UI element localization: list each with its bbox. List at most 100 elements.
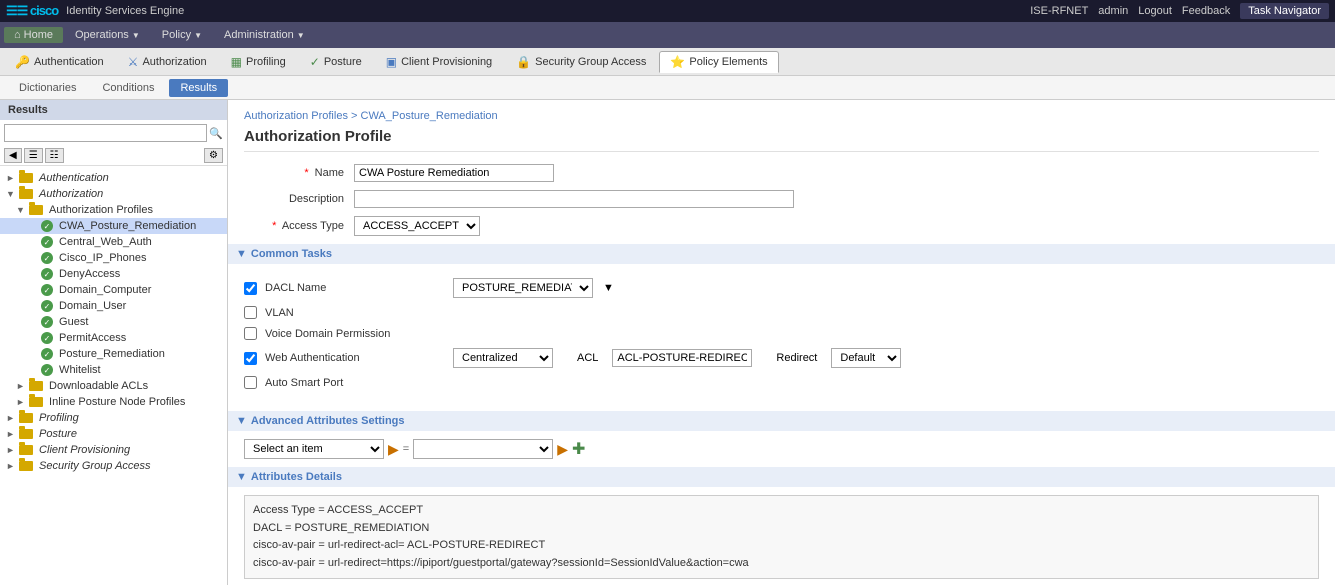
auto-smart-row: Auto Smart Port <box>244 376 1319 389</box>
tree-arrow-client-prov: ► <box>6 445 16 455</box>
tree-item-central-web-auth[interactable]: ► ✓ Central_Web_Auth <box>0 234 227 250</box>
subnav-security-group[interactable]: 🔒 Security Group Access <box>505 51 657 73</box>
tree-label-authorization: Authorization <box>36 188 103 200</box>
nav-administration[interactable]: Administration ▼ <box>214 27 315 43</box>
attr-equals-sign: = <box>403 443 409 455</box>
nav-administration-label: Administration <box>224 29 294 41</box>
search-input[interactable] <box>4 124 207 142</box>
tab-dictionaries[interactable]: Dictionaries <box>8 79 87 97</box>
breadcrumb-separator: > <box>351 110 360 122</box>
tree-label-cisco-ip: Cisco_IP_Phones <box>56 252 147 264</box>
tree-item-authorization[interactable]: ▼ Authorization <box>0 186 227 202</box>
feedback-link[interactable]: Feedback <box>1182 5 1230 17</box>
toolbar-settings-button[interactable]: ⚙ <box>204 148 223 163</box>
voice-checkbox[interactable] <box>244 327 257 340</box>
access-type-label: * Access Type <box>244 220 354 232</box>
tree-item-whitelist[interactable]: ► ✓ Whitelist <box>0 362 227 378</box>
tree-arrow-authz-profiles: ▼ <box>16 205 26 215</box>
folder-icon-authorization <box>19 189 33 199</box>
tree-label-sec-group: Security Group Access <box>36 460 151 472</box>
tree-item-domain-user[interactable]: ► ✓ Domain_User <box>0 298 227 314</box>
tree-item-cwa-posture[interactable]: ► ✓ CWA_Posture_Remediation <box>0 218 227 234</box>
auto-smart-checkbox[interactable] <box>244 376 257 389</box>
tree-item-deny-access[interactable]: ► ✓ DenyAccess <box>0 266 227 282</box>
attr-select-right[interactable] <box>413 439 553 459</box>
tree-item-authz-profiles[interactable]: ▼ Authorization Profiles <box>0 202 227 218</box>
leaf-icon-whitelist: ✓ <box>41 364 53 376</box>
name-input[interactable] <box>354 164 554 182</box>
name-row: * Name <box>244 164 1319 182</box>
subnav-profiling[interactable]: ▦ Profiling <box>220 51 297 73</box>
add-attr-button[interactable]: ✚ <box>572 439 585 459</box>
page-title: Authorization Profile <box>244 128 1319 152</box>
tree-arrow-inline: ► <box>16 397 26 407</box>
tree-item-cisco-ip[interactable]: ► ✓ Cisco_IP_Phones <box>0 250 227 266</box>
nav-operations[interactable]: Operations ▼ <box>65 27 150 43</box>
subnav-authorization[interactable]: ⚔ Authorization <box>117 51 218 73</box>
tab-conditions[interactable]: Conditions <box>91 79 165 97</box>
tab-results[interactable]: Results <box>169 79 228 97</box>
subnav-authentication-label: Authentication <box>34 56 104 68</box>
tree-label-authentication: Authentication <box>36 172 109 184</box>
toolbar-grid-button[interactable]: ☷ <box>45 148 64 163</box>
web-auth-checkbox[interactable] <box>244 352 257 365</box>
description-input[interactable] <box>354 190 794 208</box>
tree-label-authz-profiles: Authorization Profiles <box>46 204 153 216</box>
administration-dropdown-icon: ▼ <box>297 31 305 40</box>
tree-label-guest: Guest <box>56 316 88 328</box>
folder-icon-sec-group <box>19 461 33 471</box>
home-icon: ⌂ <box>14 29 21 41</box>
advanced-attrs-collapse-icon: ▼ <box>236 415 247 427</box>
nav-policy-label: Policy <box>162 29 191 41</box>
dacl-checkbox[interactable] <box>244 282 257 295</box>
vlan-checkbox[interactable] <box>244 306 257 319</box>
sidebar-title: Results <box>0 100 227 120</box>
tree-item-posture[interactable]: ► Posture <box>0 426 227 442</box>
subnav-policy-elements[interactable]: ⭐ Policy Elements <box>659 51 778 73</box>
subnav-client-provisioning[interactable]: ▣ Client Provisioning <box>375 51 503 73</box>
subnav-posture-label: Posture <box>324 56 362 68</box>
logout-link[interactable]: Logout <box>1138 5 1172 17</box>
dacl-select[interactable]: POSTURE_REMEDIATION PERMIT_ALL <box>453 278 593 298</box>
name-required-star: * <box>304 167 308 179</box>
attr-details-header[interactable]: ▼ Attributes Details <box>228 467 1335 487</box>
nav-home[interactable]: ⌂ Home <box>4 27 63 43</box>
leaf-icon-central: ✓ <box>41 236 53 248</box>
tree-item-inline-posture[interactable]: ► Inline Posture Node Profiles <box>0 394 227 410</box>
tree-item-sec-group[interactable]: ► Security Group Access <box>0 458 227 474</box>
subnav-authentication[interactable]: 🔑 Authentication <box>4 51 115 73</box>
chart-icon: ▦ <box>231 55 242 69</box>
toolbar-back-button[interactable]: ◀ <box>4 148 22 163</box>
common-tasks-header[interactable]: ▼ Common Tasks <box>228 244 1335 264</box>
subnav-posture[interactable]: ✓ Posture <box>299 51 373 73</box>
nav-policy[interactable]: Policy ▼ <box>152 27 212 43</box>
tree-item-domain-computer[interactable]: ► ✓ Domain_Computer <box>0 282 227 298</box>
tree-item-authentication[interactable]: ► Authentication <box>0 170 227 186</box>
common-tasks-label: Common Tasks <box>251 248 332 260</box>
advanced-attrs-header[interactable]: ▼ Advanced Attributes Settings <box>228 411 1335 431</box>
breadcrumb-parent[interactable]: Authorization Profiles <box>244 110 348 122</box>
attr-select-left[interactable]: Select an item <box>244 439 384 459</box>
sidebar-toolbar: ◀ ☰ ☷ ⚙ <box>0 146 227 166</box>
attr-right-arrow-icon: ▶ <box>557 441 568 458</box>
tree-item-client-prov[interactable]: ► Client Provisioning <box>0 442 227 458</box>
folder-icon-authz-profiles <box>29 205 43 215</box>
tree-arrow-authentication: ► <box>6 173 16 183</box>
tree-item-posture-remediation[interactable]: ► ✓ Posture_Remediation <box>0 346 227 362</box>
redirect-select[interactable]: Default Custom <box>831 348 901 368</box>
tree-item-downloadable-acls[interactable]: ► Downloadable ACLs <box>0 378 227 394</box>
toolbar-list-button[interactable]: ☰ <box>24 148 43 163</box>
dacl-dropdown-arrow: ▼ <box>603 282 614 294</box>
task-navigator-button[interactable]: Task Navigator <box>1240 3 1329 19</box>
tree-item-permit-access[interactable]: ► ✓ PermitAccess <box>0 330 227 346</box>
tree-item-profiling[interactable]: ► Profiling <box>0 410 227 426</box>
folder-icon-client-prov <box>19 445 33 455</box>
acl-input[interactable] <box>612 349 752 367</box>
admin-label[interactable]: admin <box>1098 5 1128 17</box>
tree-label-cwa-posture: CWA_Posture_Remediation <box>56 220 196 232</box>
folder-icon-profiling <box>19 413 33 423</box>
tree-item-guest[interactable]: ► ✓ Guest <box>0 314 227 330</box>
access-type-select[interactable]: ACCESS_ACCEPT ACCESS_REJECT <box>354 216 480 236</box>
web-auth-type-select[interactable]: Centralized Local <box>453 348 553 368</box>
leaf-icon-guest: ✓ <box>41 316 53 328</box>
